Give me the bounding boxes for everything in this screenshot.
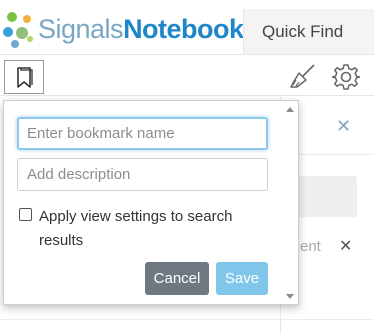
popup-scrollbar[interactable] (283, 101, 298, 304)
apply-view-settings-label[interactable]: Apply view settings to search results (39, 205, 269, 253)
bookmark-name-input[interactable] (17, 117, 268, 150)
quick-find-tab[interactable]: Quick Find (243, 9, 374, 54)
toolbar (0, 54, 374, 96)
close-icon[interactable]: ✕ (339, 236, 352, 256)
bookmark-button[interactable] (4, 60, 44, 94)
scroll-down-arrow-icon[interactable] (286, 294, 294, 299)
gear-icon[interactable] (332, 63, 360, 91)
logo-mark-icon (3, 12, 33, 48)
cancel-button[interactable]: Cancel (145, 262, 209, 295)
logo-wordmark: SignalsNotebook (38, 14, 244, 44)
broom-icon[interactable] (289, 63, 317, 89)
background-partial-text: ent (300, 238, 321, 255)
apply-view-settings-checkbox[interactable] (19, 208, 32, 221)
background-field (290, 176, 357, 217)
app-header: SignalsNotebook Quick Find (0, 0, 374, 54)
save-button[interactable]: Save (216, 262, 268, 295)
scroll-up-arrow-icon[interactable] (286, 107, 294, 112)
bookmark-description-input[interactable] (17, 158, 268, 191)
close-icon[interactable]: ✕ (336, 116, 351, 137)
signals-notebook-logo[interactable]: SignalsNotebook (0, 8, 244, 50)
bookmark-popup: Apply view settings to search results Ca… (3, 100, 299, 305)
bookmark-icon (17, 67, 33, 88)
divider (0, 319, 374, 320)
